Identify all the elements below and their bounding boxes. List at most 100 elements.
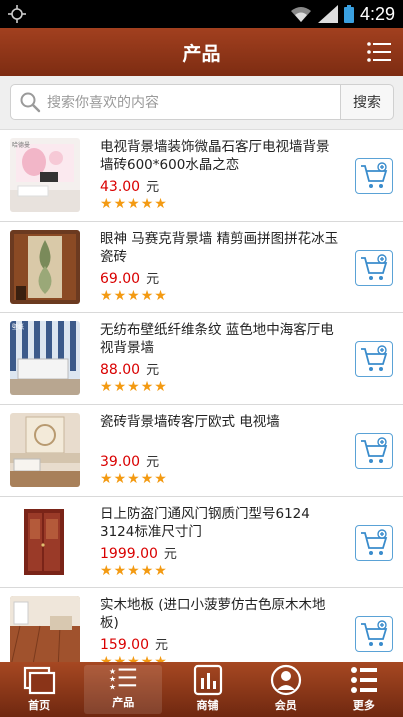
- security-door-image: [10, 504, 80, 579]
- search-icon: [20, 92, 41, 113]
- add-to-cart-button[interactable]: [355, 524, 393, 561]
- clock-time: 4:29: [359, 3, 395, 24]
- star-icon: ★: [113, 562, 127, 579]
- price-unit: 元: [155, 638, 169, 654]
- product-name: 实木地板 (进口小菠萝仿古色原木木地板): [100, 597, 326, 632]
- rating-stars: ★★★★★: [100, 380, 340, 394]
- add-to-cart-button[interactable]: [355, 249, 393, 286]
- product-list-icon: ★ ★ ★: [109, 667, 137, 692]
- rating-stars: ★★★★★: [100, 564, 340, 578]
- add-to-cart-icon: [361, 253, 388, 280]
- mosaic-wall-image: [10, 229, 80, 304]
- product-name: 眼神 马赛克背景墙 精剪画拼图拼花冰玉瓷砖: [100, 230, 339, 265]
- star-icon: ★: [113, 471, 127, 488]
- star-icon: ★: [100, 562, 113, 579]
- product-price: 39.00: [100, 454, 141, 471]
- wood-floor-image: [10, 596, 80, 662]
- location-target-icon: [8, 5, 26, 23]
- tv-wall-tile-image: 哈德曼: [10, 138, 80, 212]
- add-to-cart-button[interactable]: [355, 158, 393, 194]
- tab-label: 商铺: [196, 699, 219, 712]
- wifi-icon: [290, 7, 311, 22]
- product-price: 69.00: [100, 270, 141, 287]
- star-icon: ★: [154, 379, 167, 396]
- search-button[interactable]: 搜索: [341, 84, 394, 120]
- star-icon: ★: [113, 379, 127, 396]
- star-icon: ★: [154, 196, 167, 212]
- tab-shop[interactable]: 商铺: [168, 662, 246, 717]
- signal-icon: [317, 5, 338, 23]
- rating-stars: ★★★★★: [100, 197, 340, 211]
- star-icon: ★: [100, 471, 113, 488]
- search-placeholder: 搜索你喜欢的内容: [47, 95, 159, 111]
- list-item[interactable]: 壁纸 无纺布壁纸纤维条纹 蓝色地中海客厅电视背景墙 88.00 元 ★ ★ ★ ★ ★: [0, 313, 403, 406]
- header-bar: 产品: [0, 28, 403, 76]
- product-name: 日上防盗门通风门钢质门型号6124 3124标准尺寸门: [100, 505, 310, 540]
- member-icon: [270, 664, 301, 696]
- add-to-cart-icon: [361, 437, 388, 464]
- tab-products[interactable]: ★ ★ ★ 产品: [84, 665, 163, 714]
- star-icon: ★: [127, 471, 140, 488]
- product-name: 瓷砖背景墙砖客厅欧式 电视墙: [100, 414, 280, 431]
- price-unit: 元: [146, 271, 160, 287]
- tab-label: 首页: [28, 699, 51, 712]
- product-price: 88.00: [100, 362, 141, 379]
- product-name: 电视背景墙装饰微晶石客厅电视墙背景 墙砖600*600水晶之恋: [100, 139, 330, 173]
- list-item[interactable]: 瓷砖背景墙砖客厅欧式 电视墙 39.00 元 ★ ★ ★ ★ ★: [0, 405, 403, 497]
- add-to-cart-icon: [361, 620, 388, 647]
- home-icon: [23, 666, 56, 695]
- add-to-cart-button[interactable]: [355, 433, 393, 470]
- product-price: 1999.00: [100, 545, 158, 562]
- svg-text:★: ★: [109, 683, 116, 692]
- list-item[interactable]: 实木地板 (进口小菠萝仿古色原木木地板) 159.00 元 ★★★★★: [0, 588, 403, 662]
- product-name: 无纺布壁纸纤维条纹 蓝色地中海客厅电视背景墙: [100, 322, 334, 357]
- tab-more[interactable]: 更多: [325, 662, 403, 717]
- list-item[interactable]: 眼神 马赛克背景墙 精剪画拼图拼花冰玉瓷砖 69.00 元 ★ ★ ★ ★ ★: [0, 221, 403, 314]
- tab-label: 产品: [112, 696, 135, 709]
- product-list: 哈德曼 电视背景墙装饰微晶石客厅电视墙背景 墙砖600*600水晶之恋 43.0…: [0, 130, 403, 662]
- list-item[interactable]: 哈德曼 电视背景墙装饰微晶石客厅电视墙背景 墙砖600*600水晶之恋 43.0…: [0, 130, 403, 222]
- add-to-cart-button[interactable]: [355, 616, 393, 653]
- star-icon: ★: [127, 196, 140, 212]
- tab-label: 更多: [352, 699, 375, 712]
- star-icon: ★: [100, 379, 113, 396]
- menu-list-icon[interactable]: [365, 38, 393, 66]
- add-to-cart-icon: [361, 162, 388, 188]
- product-price: 159.00: [100, 637, 149, 654]
- bottom-tab-bar: 首页 ★ ★ ★ 产品 商铺 会员 更多: [0, 662, 403, 717]
- price-unit: 元: [146, 455, 160, 471]
- add-to-cart-icon: [361, 529, 388, 555]
- star-icon: ★: [100, 196, 113, 212]
- tab-member[interactable]: 会员: [247, 662, 325, 717]
- svg-text:哈德曼: 哈德曼: [12, 141, 30, 149]
- battery-icon: [343, 5, 354, 23]
- star-icon: ★: [127, 562, 140, 579]
- price-unit: 元: [146, 180, 160, 195]
- add-to-cart-button[interactable]: [355, 341, 393, 378]
- list-item[interactable]: 日上防盗门通风门钢质门型号6124 3124标准尺寸门 1999.00 元 ★ ★…: [0, 496, 403, 589]
- star-icon: ★: [140, 379, 154, 396]
- rating-stars: ★★★★★: [100, 289, 340, 303]
- add-to-cart-icon: [361, 345, 388, 372]
- tab-home[interactable]: 首页: [0, 662, 78, 717]
- star-icon: ★: [127, 379, 140, 396]
- star-icon: ★: [100, 287, 113, 304]
- tab-label: 会员: [274, 699, 297, 712]
- rating-stars: ★★★★★: [100, 472, 340, 486]
- star-icon: ★: [140, 287, 154, 304]
- star-icon: ★: [140, 562, 154, 579]
- star-icon: ★: [127, 287, 140, 304]
- search-input[interactable]: 搜索你喜欢的内容: [10, 84, 341, 120]
- price-unit: 元: [146, 363, 160, 379]
- search-bar: 搜索你喜欢的内容 搜索: [0, 76, 403, 130]
- product-price: 43.00: [100, 179, 141, 195]
- star-icon: ★: [154, 287, 167, 304]
- more-icon: [350, 667, 377, 693]
- striped-wallpaper-image: 壁纸: [10, 321, 80, 396]
- european-tile-image: [10, 413, 80, 488]
- shop-chart-icon: [193, 664, 222, 696]
- star-icon: ★: [140, 196, 154, 212]
- svg-text:壁纸: 壁纸: [12, 323, 24, 331]
- page-title: 产品: [182, 42, 221, 65]
- price-unit: 元: [163, 546, 177, 562]
